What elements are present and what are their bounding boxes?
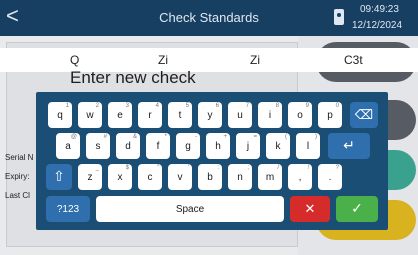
- key-v[interactable]: ' v: [168, 164, 192, 190]
- entry-fragment: Zi: [158, 53, 168, 67]
- shift-key[interactable]: ⇧: [46, 164, 72, 190]
- dialog-heading: Enter new check: [70, 68, 196, 87]
- checkmark-icon: ✓: [351, 200, 363, 216]
- header-bar: < Check Standards 09:49:23 12/12/2024: [0, 0, 418, 36]
- entry-fragment: Q: [70, 53, 80, 67]
- enter-icon: ↵: [343, 137, 355, 153]
- backspace-icon: ⌫: [354, 107, 374, 122]
- key-u[interactable]: 7u: [228, 102, 252, 128]
- clock-date: 12/12/2024: [352, 20, 403, 31]
- shift-icon: ⇧: [53, 168, 65, 184]
- key-w[interactable]: 2w: [78, 102, 102, 128]
- space-key[interactable]: Space: [96, 196, 284, 222]
- key-n[interactable]: ; n: [228, 164, 252, 190]
- key-y[interactable]: 6y: [198, 102, 222, 128]
- serial-label: Serial N: [5, 153, 34, 162]
- screen: < Check Standards 09:49:23 12/12/2024 Q …: [0, 0, 418, 255]
- symbols-key[interactable]: ?123: [46, 196, 90, 222]
- onscreen-keyboard: 1q 2w 3e 4r 5t 6y 7u 8i 9o 0p ⌫ @ a # s & d…: [36, 92, 388, 230]
- key-h[interactable]: + h: [206, 133, 230, 159]
- key-z[interactable]: _ z: [78, 164, 102, 190]
- entry-fragment: C3t: [344, 53, 363, 67]
- key-l[interactable]: ) l: [296, 133, 320, 159]
- clock-time: 09:49:23: [360, 4, 399, 15]
- confirm-button[interactable]: ✓: [336, 196, 378, 222]
- close-icon: ✕: [304, 201, 316, 216]
- key-m[interactable]: / m: [258, 164, 282, 190]
- key-s[interactable]: # s: [86, 133, 110, 159]
- entry-fragment: Zi: [250, 53, 260, 67]
- key-j[interactable]: = j: [236, 133, 260, 159]
- key-i[interactable]: 8i: [258, 102, 282, 128]
- key-r[interactable]: 4r: [138, 102, 162, 128]
- backspace-key[interactable]: ⌫: [350, 102, 378, 128]
- text-entry-row[interactable]: Q Zi Zi C3t: [0, 48, 418, 72]
- last-check-label: Last Cl: [5, 191, 30, 200]
- key-period[interactable]: ?.: [318, 164, 342, 190]
- key-b[interactable]: :b: [198, 164, 222, 190]
- key-e[interactable]: 3e: [108, 102, 132, 128]
- enter-key[interactable]: ↵: [328, 133, 370, 159]
- key-c[interactable]: " c: [138, 164, 162, 190]
- key-d[interactable]: & d: [116, 133, 140, 159]
- cancel-button[interactable]: ✕: [290, 196, 330, 222]
- key-f[interactable]: * f: [146, 133, 170, 159]
- expiry-label: Expiry:: [5, 172, 30, 181]
- key-p[interactable]: 0p: [318, 102, 342, 128]
- key-k[interactable]: (k: [266, 133, 290, 159]
- key-q[interactable]: 1q: [48, 102, 72, 128]
- device-icon: [334, 9, 344, 25]
- key-o[interactable]: 9o: [288, 102, 312, 128]
- key-t[interactable]: 5t: [168, 102, 192, 128]
- key-comma[interactable]: !,: [288, 164, 312, 190]
- key-x[interactable]: $ x: [108, 164, 132, 190]
- key-g[interactable]: -g: [176, 133, 200, 159]
- key-a[interactable]: @ a: [56, 133, 80, 159]
